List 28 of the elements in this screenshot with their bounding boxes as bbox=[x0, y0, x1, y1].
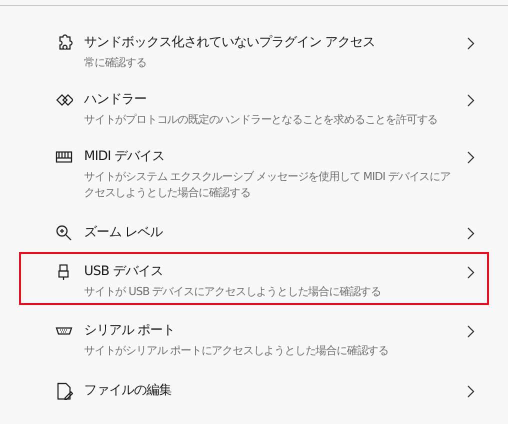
chevron-right-icon bbox=[467, 227, 475, 240]
settings-row[interactable]: MIDI デバイス サイトがシステム エクスクルーシブ メッセージを使用して MIDI デバイスにアクセスしようとした場合に確認する bbox=[19, 137, 489, 210]
setting-title: USB デバイス bbox=[84, 263, 164, 281]
setting-title: ハンドラー bbox=[84, 91, 148, 109]
setting-title: ファイルの編集 bbox=[84, 382, 172, 400]
settings-row[interactable]: ファイルの編集 bbox=[19, 368, 489, 410]
setting-title: シリアル ポート bbox=[84, 322, 176, 340]
setting-description: サイトがプロトコルの既定のハンドラーとなることを求めることを許可する bbox=[84, 112, 439, 128]
file-edit-icon bbox=[55, 382, 73, 400]
setting-description: サイトが USB デバイスにアクセスしようとした場合に確認する bbox=[84, 284, 382, 300]
chevron-right-icon bbox=[467, 151, 475, 164]
settings-row[interactable]: ズーム レベル bbox=[19, 210, 489, 252]
setting-title: ズーム レベル bbox=[84, 224, 164, 242]
setting-description: サイトがシリアル ポートにアクセスしようとした場合に確認する bbox=[84, 343, 390, 359]
zoom-in-icon bbox=[55, 224, 73, 242]
chevron-right-icon bbox=[467, 94, 475, 107]
setting-description: サイトがシステム エクスクルーシブ メッセージを使用して MIDI デバイスにアクセスしようとした場合に確認する bbox=[84, 169, 452, 201]
settings-row[interactable]: シリアル ポート サイトがシリアル ポートにアクセスしようとした場合に確認する bbox=[19, 311, 489, 368]
chevron-right-icon bbox=[467, 325, 475, 338]
chevron-right-icon bbox=[467, 37, 475, 50]
chevron-right-icon bbox=[467, 385, 475, 398]
setting-title: MIDI デバイス bbox=[84, 148, 166, 166]
settings-row[interactable]: サンドボックス化されていないプラグイン アクセス 常に確認する bbox=[19, 23, 489, 80]
setting-description: 常に確認する bbox=[84, 55, 148, 71]
settings-row[interactable]: ハンドラー サイトがプロトコルの既定のハンドラーとなることを求めることを許可する bbox=[19, 80, 489, 137]
chevron-right-icon bbox=[467, 266, 475, 279]
setting-title: サンドボックス化されていないプラグイン アクセス bbox=[84, 34, 376, 52]
settings-row[interactable]: USB デバイス サイトが USB デバイスにアクセスしようとした場合に確認する bbox=[19, 252, 489, 305]
